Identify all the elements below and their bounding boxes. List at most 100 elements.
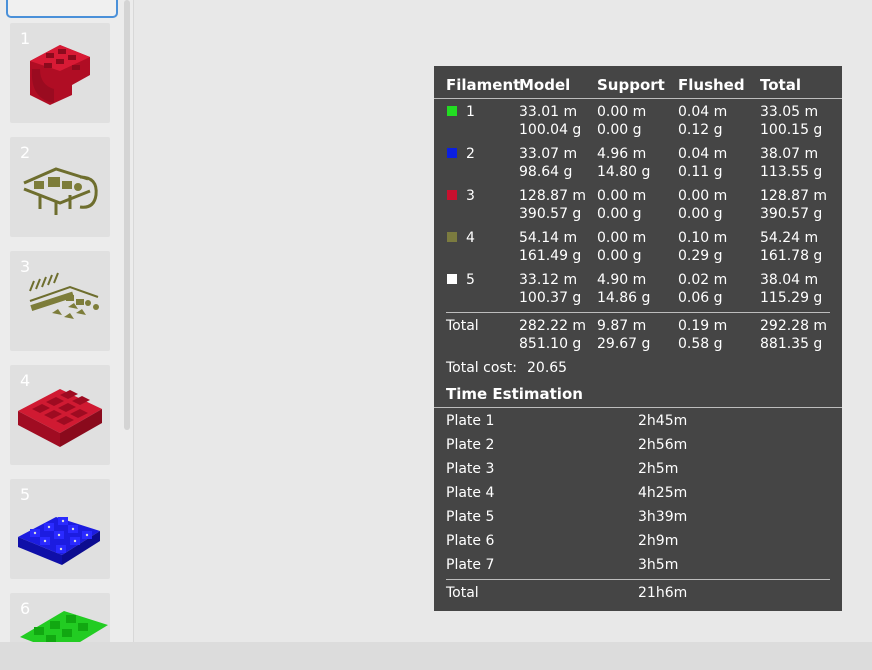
flushed-length: 0.02 m — [678, 272, 728, 288]
flushed-length: 0.04 m — [678, 104, 728, 120]
total-cost-label: Total cost: — [446, 360, 517, 376]
plate-thumbnail-4[interactable]: 4 — [10, 365, 110, 465]
filament-color-swatch — [447, 148, 457, 158]
total-length: 54.24 m — [760, 230, 819, 246]
total-row-label: Total — [446, 318, 479, 334]
header-filament: Filament — [446, 76, 521, 94]
filament-color-swatch — [447, 232, 457, 242]
total-weight: 881.35 g — [760, 336, 823, 352]
selected-plate-thumbnail[interactable] — [6, 0, 118, 18]
total-weight: 390.57 g — [760, 206, 823, 222]
model-length: 282.22 m — [519, 318, 587, 334]
plate-model-preview — [18, 517, 100, 565]
plate-time-label: Plate 1 — [446, 413, 495, 429]
bottom-bar — [0, 642, 872, 670]
model-weight: 851.10 g — [519, 336, 582, 352]
support-length: 0.00 m — [597, 104, 647, 120]
header-total: Total — [760, 76, 801, 94]
slice-statistics-panel: Filament Model Support Flushed Total 1 3… — [434, 66, 842, 611]
time-total-label: Total — [446, 585, 479, 601]
plate-time-label: Plate 5 — [446, 509, 495, 525]
model-weight: 98.64 g — [519, 164, 573, 180]
total-divider — [446, 312, 830, 313]
plate-time-value: 2h9m — [638, 533, 679, 549]
total-length: 33.05 m — [760, 104, 819, 120]
support-weight: 14.80 g — [597, 164, 651, 180]
filament-id: 1 — [466, 104, 475, 120]
flushed-weight: 0.58 g — [678, 336, 723, 352]
time-total-value: 21h6m — [638, 585, 688, 601]
filament-id: 4 — [466, 230, 475, 246]
sidebar-scrollbar[interactable] — [124, 0, 130, 430]
flushed-length: 0.10 m — [678, 230, 728, 246]
total-length: 38.04 m — [760, 272, 819, 288]
flushed-weight: 0.06 g — [678, 290, 723, 306]
total-weight: 100.15 g — [760, 122, 823, 138]
plate-thumbnail-3[interactable]: 3 — [10, 251, 110, 351]
support-weight: 0.00 g — [597, 248, 642, 264]
model-weight: 100.04 g — [519, 122, 582, 138]
filament-id: 2 — [466, 146, 475, 162]
total-length: 128.87 m — [760, 188, 828, 204]
header-support: Support — [597, 76, 665, 94]
filament-id: 3 — [466, 188, 475, 204]
support-length: 0.00 m — [597, 188, 647, 204]
flushed-length: 0.00 m — [678, 188, 728, 204]
plate-time-value: 2h56m — [638, 437, 688, 453]
model-length: 33.07 m — [519, 146, 578, 162]
model-length: 128.87 m — [519, 188, 587, 204]
flushed-weight: 0.11 g — [678, 164, 723, 180]
filament-color-swatch — [447, 106, 457, 116]
plate-time-label: Plate 7 — [446, 557, 495, 573]
support-length: 4.90 m — [597, 272, 647, 288]
plate-thumbnail-5[interactable]: 5 — [10, 479, 110, 579]
plate-time-label: Plate 4 — [446, 485, 495, 501]
model-weight: 390.57 g — [519, 206, 582, 222]
header-model: Model — [519, 76, 571, 94]
plate-thumbnail-6[interactable]: 6 — [10, 593, 110, 642]
model-length: 33.12 m — [519, 272, 578, 288]
filament-id: 5 — [466, 272, 475, 288]
plate-thumbnail-2[interactable]: 2 — [10, 137, 110, 237]
plate-model-preview — [18, 389, 102, 447]
plate-time-label: Plate 2 — [446, 437, 495, 453]
support-length: 9.87 m — [597, 318, 647, 334]
model-length: 54.14 m — [519, 230, 578, 246]
support-weight: 0.00 g — [597, 206, 642, 222]
flushed-weight: 0.00 g — [678, 206, 723, 222]
flushed-weight: 0.29 g — [678, 248, 723, 264]
plate-time-value: 4h25m — [638, 485, 688, 501]
time-header-divider — [434, 407, 842, 408]
filament-color-swatch — [447, 274, 457, 284]
plate-time-value: 2h45m — [638, 413, 688, 429]
plate-time-label: Plate 3 — [446, 461, 495, 477]
flushed-weight: 0.12 g — [678, 122, 723, 138]
header-flushed: Flushed — [678, 76, 745, 94]
plate-thumbnail-1[interactable]: 1 — [10, 23, 110, 123]
plate-list[interactable]: 1 2 3 4 5 6 — [0, 0, 134, 642]
support-length: 0.00 m — [597, 230, 647, 246]
plate-model-preview — [30, 45, 90, 105]
flushed-length: 0.19 m — [678, 318, 728, 334]
model-weight: 161.49 g — [519, 248, 582, 264]
support-weight: 0.00 g — [597, 122, 642, 138]
plate-time-value: 3h5m — [638, 557, 679, 573]
total-weight: 161.78 g — [760, 248, 823, 264]
time-estimation-title: Time Estimation — [446, 385, 583, 403]
support-weight: 29.67 g — [597, 336, 651, 352]
total-length: 292.28 m — [760, 318, 828, 334]
total-weight: 113.55 g — [760, 164, 823, 180]
model-length: 33.01 m — [519, 104, 578, 120]
plate-model-preview — [20, 611, 108, 642]
header-divider — [434, 98, 842, 99]
plate-time-label: Plate 6 — [446, 533, 495, 549]
plate-time-value: 3h39m — [638, 509, 688, 525]
time-total-divider — [446, 579, 830, 580]
plate-model-preview — [29, 272, 99, 319]
support-length: 4.96 m — [597, 146, 647, 162]
plate-model-preview — [23, 167, 98, 215]
flushed-length: 0.04 m — [678, 146, 728, 162]
total-length: 38.07 m — [760, 146, 819, 162]
total-weight: 115.29 g — [760, 290, 823, 306]
filament-color-swatch — [447, 190, 457, 200]
